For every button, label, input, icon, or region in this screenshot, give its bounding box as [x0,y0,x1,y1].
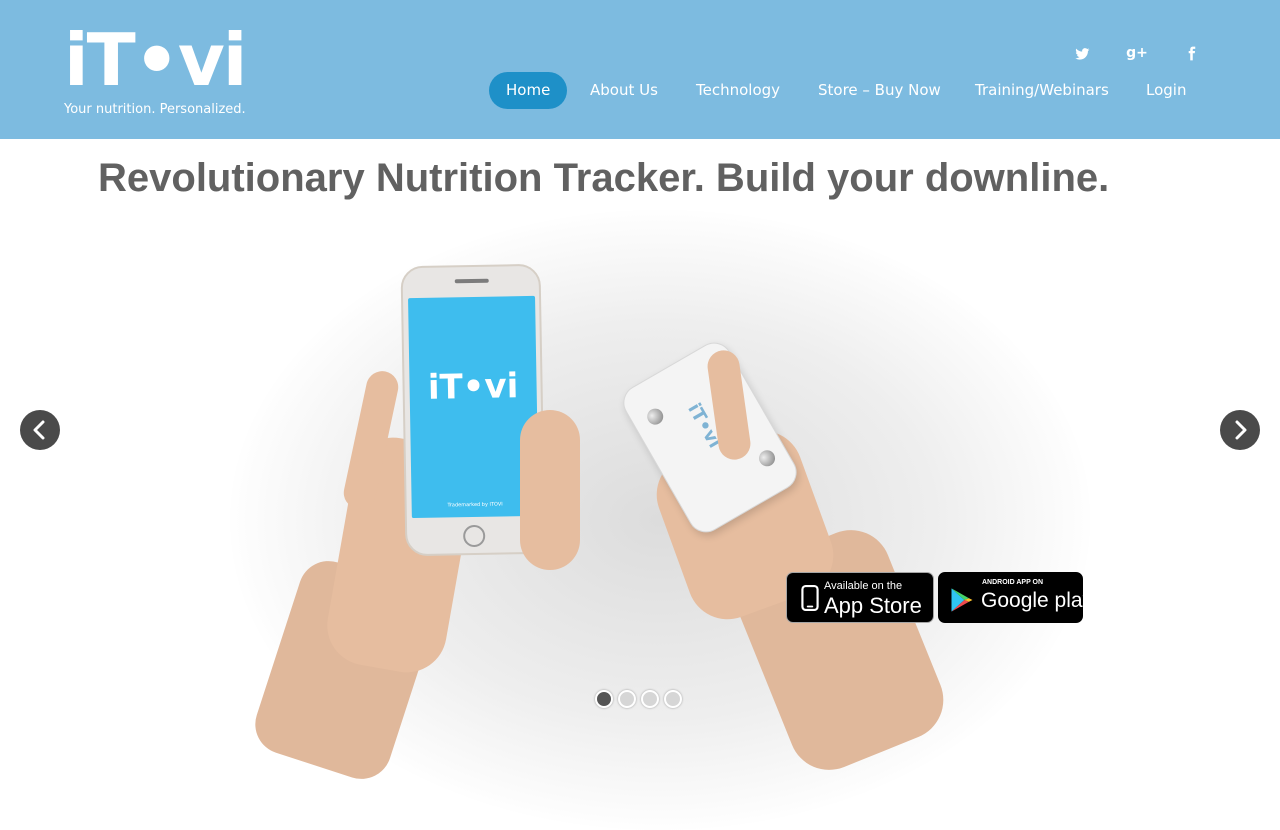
google-play-big-text: Google play [981,589,1094,612]
carousel-dot-4[interactable] [664,690,682,708]
google-play-small-text: ANDROID APP ON [982,579,1044,586]
nav-store-buy-now[interactable]: Store – Buy Now [801,72,958,109]
google-plus-glyph: g+ [1126,45,1148,61]
carousel-dot-2[interactable] [618,690,636,708]
apple-icon [801,585,819,611]
google-play-badge[interactable]: ANDROID APP ON Google play [938,572,1093,623]
carousel-pagination [595,690,682,708]
phone-speaker [454,278,489,284]
nav-training-webinars[interactable]: Training/Webinars [958,72,1126,109]
site-logo[interactable]: iT•vi Your nutrition. Personalized. [64,18,247,122]
nav-about-us[interactable]: About Us [573,72,675,109]
chevron-right-icon [1235,420,1247,440]
carousel-prev-button[interactable] [20,410,60,450]
carousel-next-button[interactable] [1220,410,1260,450]
left-fingers [520,410,580,570]
logo-tagline: Your nutrition. Personalized. [64,102,246,117]
google-play-icon [951,588,973,612]
google-plus-icon[interactable]: g+ [1126,42,1148,64]
app-store-big-text: App Store [824,593,922,618]
hero-headline: Revolutionary Nutrition Tracker. Build y… [98,156,1110,200]
phone-home-button [463,524,486,548]
facebook-icon[interactable] [1180,42,1202,64]
twitter-icon[interactable] [1071,42,1093,64]
nav-login[interactable]: Login [1129,72,1203,109]
app-store-small-text: Available on the [824,580,903,592]
nav-home[interactable]: Home [489,72,568,109]
carousel-dot-3[interactable] [641,690,659,708]
nav-technology[interactable]: Technology [679,72,797,109]
hero-slide-image: iT•vi Trademarked by ITOVI iT•vi [230,210,1090,830]
device-sensor-top [644,405,667,428]
phone-screen-logo: iT•vi [427,366,519,408]
logo-wordmark: iT•vi [64,18,247,102]
chevron-left-icon [33,420,45,440]
app-store-badge[interactable]: Available on the App Store [786,572,934,623]
device-sensor-bottom [756,447,778,470]
carousel-dot-1[interactable] [595,690,613,708]
site-header: iT•vi Your nutrition. Personalized. g+ H… [0,0,1280,139]
